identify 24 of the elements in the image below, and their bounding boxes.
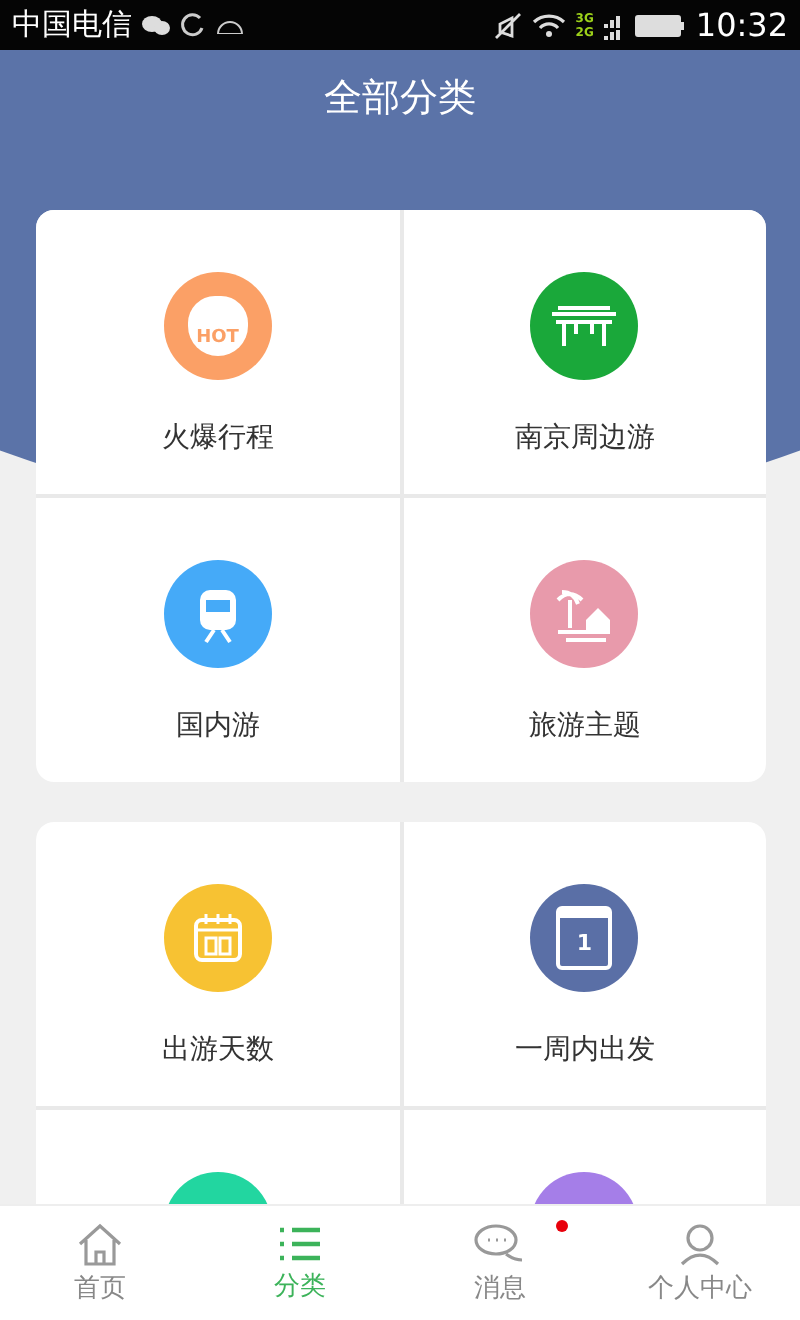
tab-item[interactable]: 首页 bbox=[0, 1206, 200, 1320]
category-item[interactable]: 1 一周内出发 bbox=[403, 822, 766, 1106]
chat-icon bbox=[474, 1221, 526, 1265]
flame-icon: HOT bbox=[163, 272, 272, 380]
refresh-icon bbox=[180, 12, 206, 38]
battery-icon bbox=[633, 13, 686, 37]
signal-icon bbox=[603, 11, 624, 39]
category-item[interactable]: 旅游主题 bbox=[403, 498, 766, 782]
category-item[interactable]: 南京周边游 bbox=[403, 210, 766, 494]
person-icon bbox=[678, 1221, 722, 1265]
home-icon bbox=[76, 1221, 124, 1265]
calendar-icon: 1 bbox=[530, 884, 639, 992]
category-item[interactable]: HOT 火爆行程 bbox=[36, 210, 399, 494]
tab-item[interactable]: 个人中心 bbox=[600, 1206, 800, 1320]
mute-icon bbox=[493, 11, 522, 39]
wifi-icon bbox=[531, 12, 566, 38]
page-title: 全部分类 bbox=[324, 74, 476, 124]
clock-time: 10:32 bbox=[695, 6, 788, 44]
tab-item[interactable]: 消息 bbox=[400, 1206, 600, 1320]
category-item[interactable]: 国内游 bbox=[36, 498, 399, 782]
carrier-name: 中国电信 bbox=[12, 6, 132, 44]
menu-icon bbox=[276, 1223, 324, 1263]
category-item[interactable]: 出游天数 bbox=[36, 822, 399, 1106]
chat-icon bbox=[142, 14, 170, 36]
